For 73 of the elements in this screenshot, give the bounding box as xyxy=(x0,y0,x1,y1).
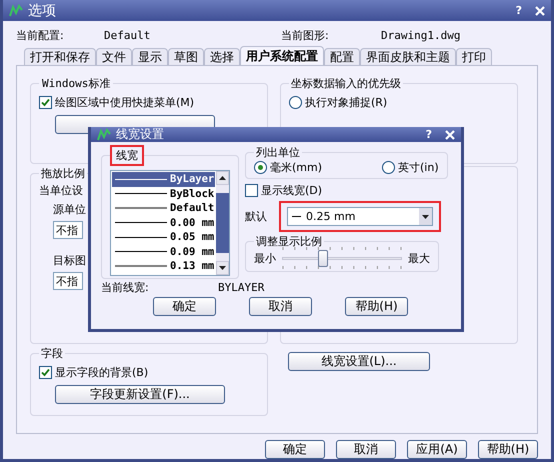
radio-button[interactable] xyxy=(254,160,267,174)
source-units-label: 源单位 xyxy=(53,202,86,217)
default-label: 默认 xyxy=(245,209,267,224)
checkbox[interactable] xyxy=(39,366,52,378)
caret-icon[interactable] xyxy=(422,214,429,218)
close-icon[interactable] xyxy=(535,6,545,16)
dialog-button[interactable]: 确定 xyxy=(153,297,216,316)
tab[interactable]: 打印 xyxy=(456,48,492,65)
tab[interactable]: 打开和保存 xyxy=(24,48,96,65)
list-item[interactable]: ByLayer xyxy=(112,172,215,186)
checkbox-label: 绘图区域中使用快捷菜单(M) xyxy=(55,94,194,110)
list-item[interactable]: 0.09 mm xyxy=(112,244,215,259)
lineweight-list[interactable]: ByLayer ByBlock Default 0.00 mm 0.05 mm 0.09 mm 0.13 mm xyxy=(110,170,230,276)
target-units-field[interactable]: 不指 xyxy=(53,272,83,290)
dialog-button[interactable]: 帮助(H) xyxy=(345,297,408,316)
tab[interactable]: 显示 xyxy=(132,48,168,65)
tab[interactable]: 草图 xyxy=(168,48,204,65)
radio-label: 英寸(in) xyxy=(398,160,439,174)
radio-label: 执行对象捕捉(R) xyxy=(305,94,388,110)
current-lineweight-value: BYLAYER xyxy=(218,280,264,294)
source-units-field[interactable]: 不指 xyxy=(53,221,83,239)
tab[interactable]: 用户系统配置 xyxy=(240,46,324,65)
tab[interactable]: 文件 xyxy=(96,48,132,65)
tab[interactable]: 配置 xyxy=(324,48,360,65)
caret-icon[interactable] xyxy=(219,176,226,180)
field-update-button[interactable]: 字段更新设置(F)... xyxy=(55,385,225,404)
profile-value: Default xyxy=(104,28,152,42)
tab[interactable]: 界面皮肤和主题 xyxy=(360,48,456,65)
app-icon xyxy=(97,128,111,142)
max-label: 最大 xyxy=(408,250,430,266)
list-item[interactable]: 0.05 mm xyxy=(112,230,215,244)
help-button[interactable]: ? xyxy=(516,4,522,17)
list-item[interactable]: 0.13 mm xyxy=(112,259,215,274)
list-item[interactable]: 0.00 mm xyxy=(112,216,215,230)
dialog-button[interactable]: 确定 xyxy=(265,440,325,459)
checkbox-label: 显示字段的背景(B) xyxy=(55,364,148,380)
default-dropdown[interactable]: 0.25 mm xyxy=(287,207,433,226)
drawing-label: 当前图形: xyxy=(281,28,330,42)
app-icon xyxy=(9,4,23,18)
dialog-button[interactable]: 取消 xyxy=(336,440,396,459)
scale-slider[interactable] xyxy=(282,247,402,269)
checkbox-label: 显示线宽(D) xyxy=(261,182,322,198)
lineweight-button[interactable]: 线宽设置(L)... xyxy=(288,352,430,371)
dialog-button[interactable]: 应用(A) xyxy=(407,440,467,459)
group-title: 字段 xyxy=(40,346,64,361)
dialog-title: 线宽设置 xyxy=(116,126,165,143)
dialog-button[interactable]: 帮助(H) xyxy=(478,440,538,459)
group-title: 拖放比例 xyxy=(40,166,86,181)
group-title: 坐标数据输入的优先级 xyxy=(290,76,402,91)
help-button[interactable]: ? xyxy=(426,128,432,141)
list-item[interactable]: Default xyxy=(112,201,215,216)
close-icon[interactable] xyxy=(445,130,455,140)
group-title: 调整显示比例 xyxy=(255,234,323,249)
target-units-label: 目标图 xyxy=(53,253,86,268)
window-title: 选项 xyxy=(28,2,57,20)
group-title: Windows标准 xyxy=(41,76,112,91)
radio-label: 毫米(mm) xyxy=(270,160,322,174)
list-item[interactable]: ByBlock xyxy=(112,186,215,201)
scale-caption: 当单位设 xyxy=(39,183,83,198)
tab[interactable]: 选择 xyxy=(204,48,240,65)
min-label: 最小 xyxy=(254,250,276,266)
checkbox[interactable] xyxy=(39,96,52,108)
group-title: 列出单位 xyxy=(255,145,301,160)
caret-icon[interactable] xyxy=(219,266,226,270)
drawing-value: Drawing1.dwg xyxy=(381,28,462,42)
current-lineweight-label: 当前线宽: xyxy=(101,280,150,294)
list-title: 线宽 xyxy=(110,145,144,166)
checkbox[interactable] xyxy=(245,184,258,196)
dialog-button[interactable]: 取消 xyxy=(249,297,312,316)
radio-button[interactable] xyxy=(289,96,302,108)
scrollbar[interactable] xyxy=(216,171,229,275)
radio-button[interactable] xyxy=(382,160,396,174)
profile-label: 当前配置: xyxy=(16,28,65,42)
